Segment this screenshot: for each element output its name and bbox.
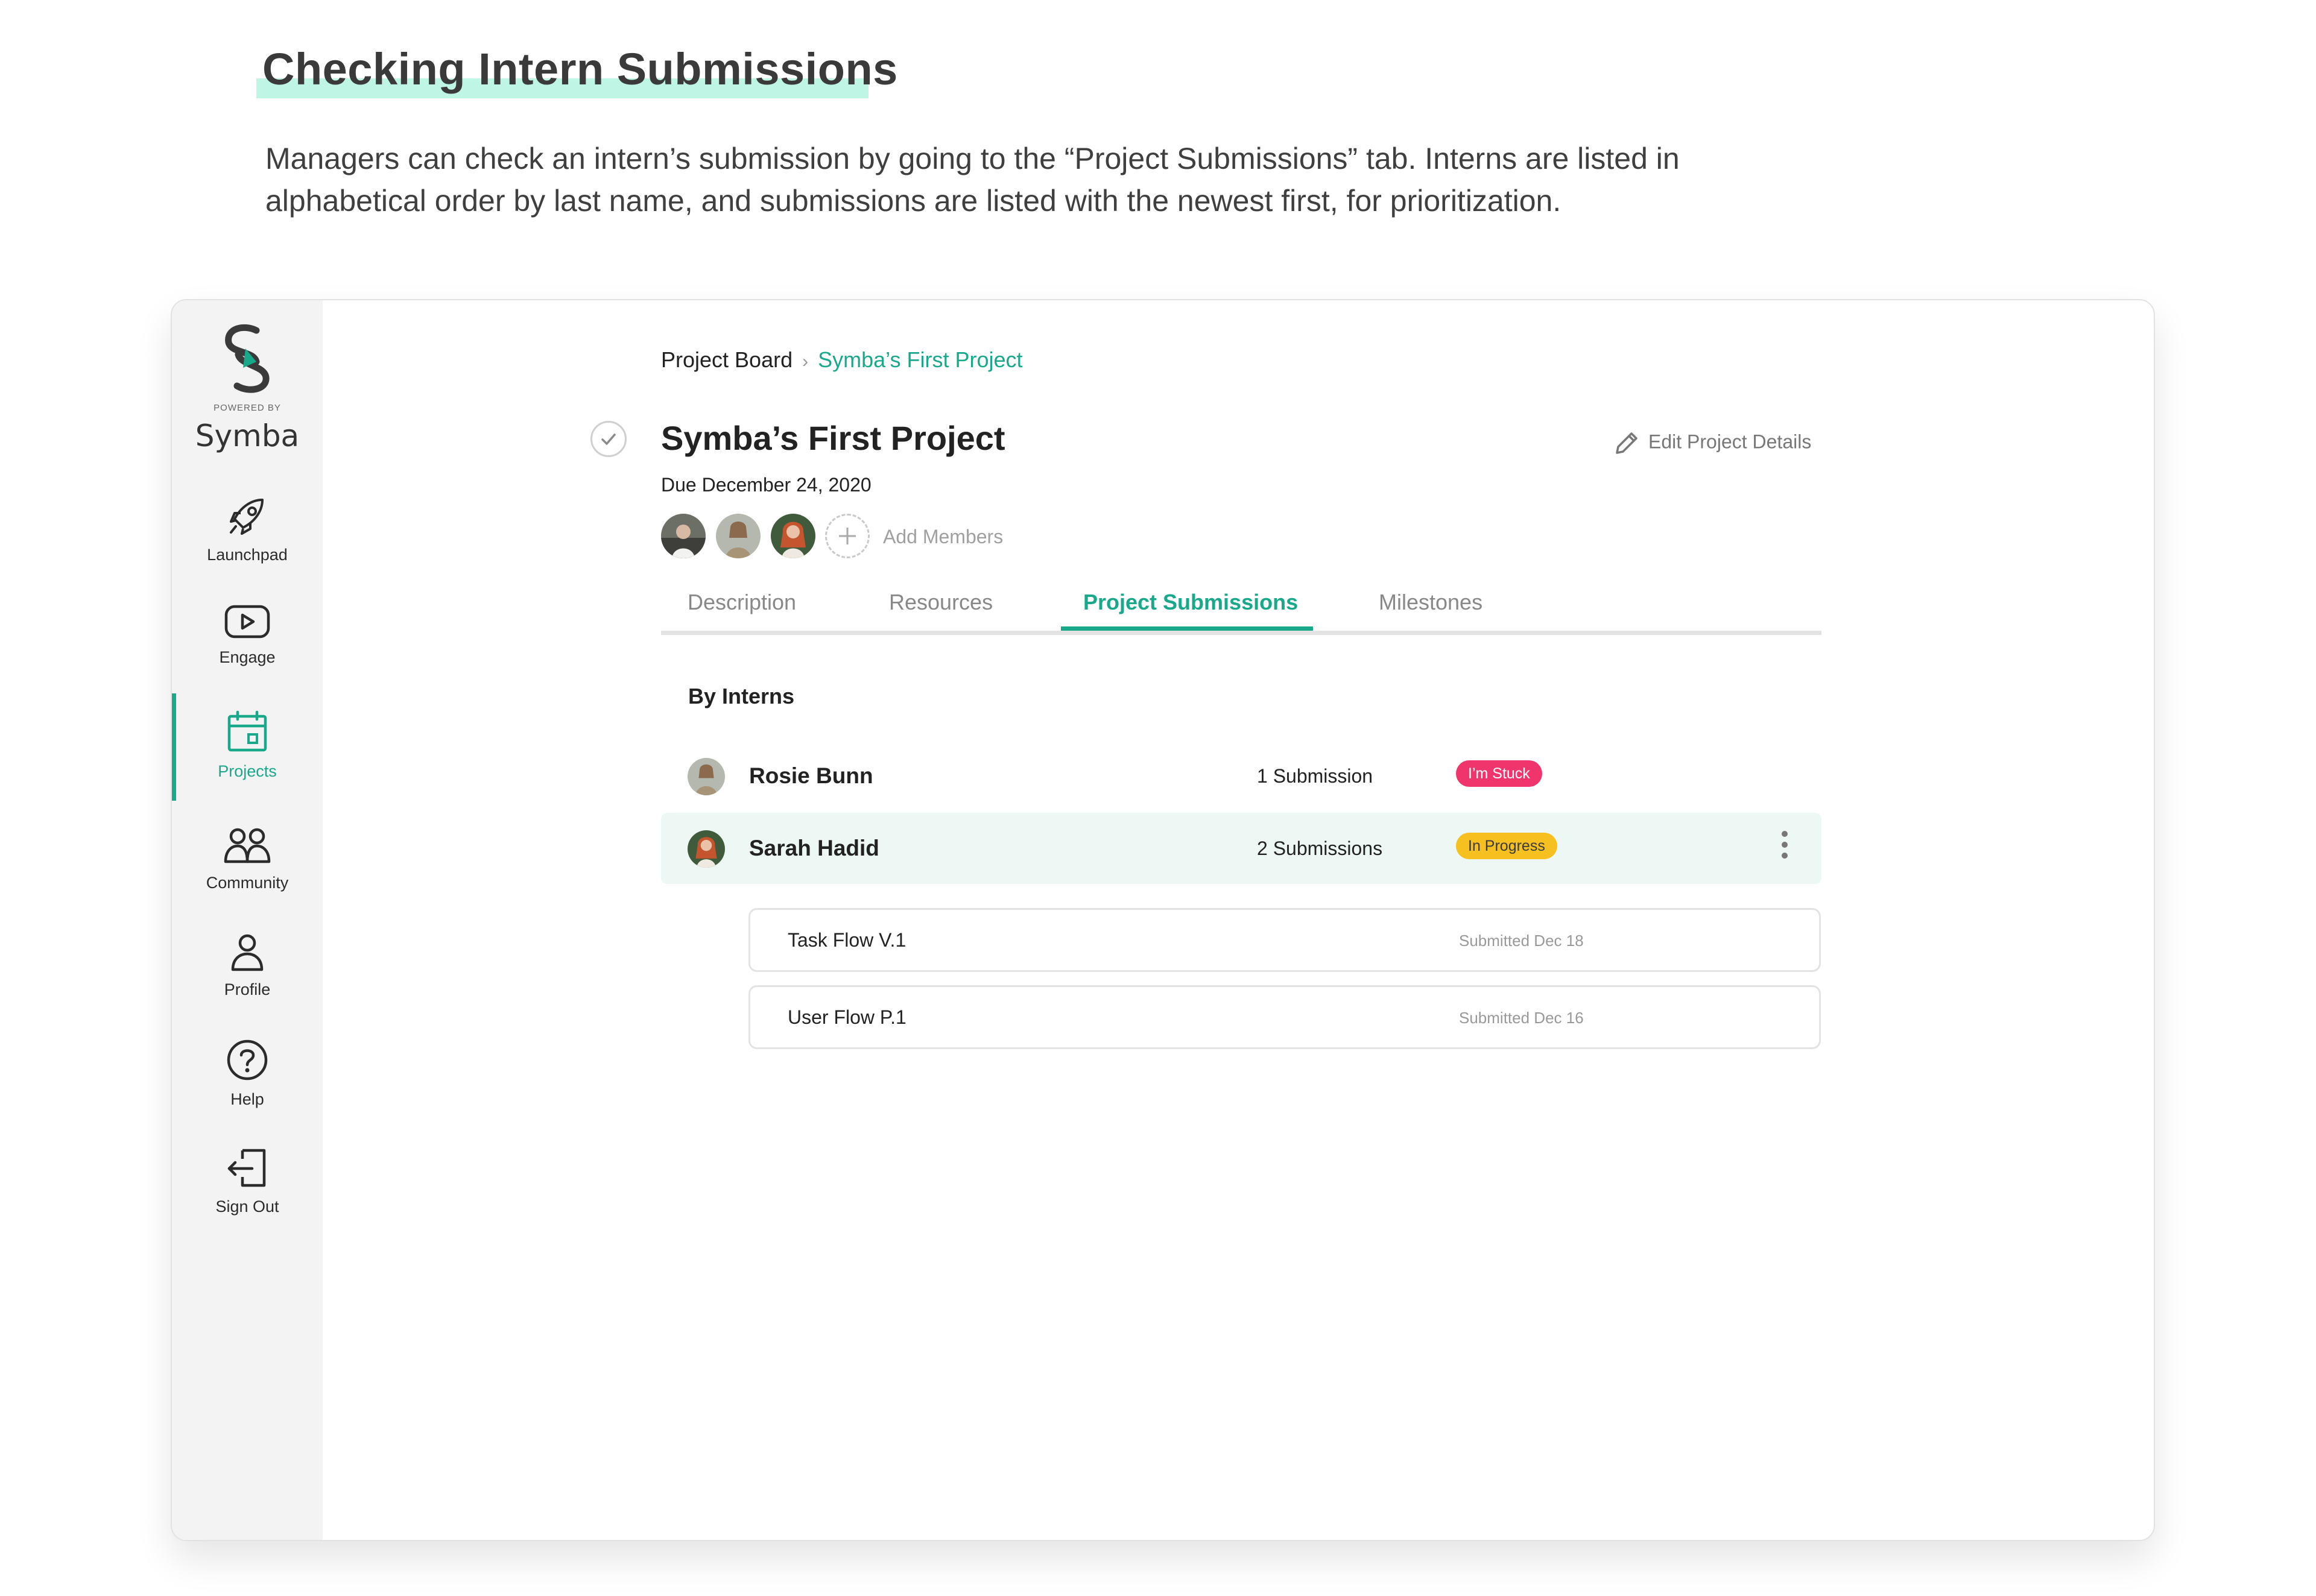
nav-label: Launchpad [207, 546, 288, 564]
status-badge: In Progress [1456, 833, 1557, 859]
intern-name: Rosie Bunn [749, 763, 873, 788]
submission-date: Submitted Dec 16 [1459, 1009, 1584, 1027]
add-member-button[interactable] [825, 514, 870, 558]
section-title: By Interns [688, 684, 795, 708]
complete-project-button[interactable] [590, 421, 627, 457]
submission-date: Submitted Dec 18 [1459, 932, 1584, 950]
sidebar: POWERED BY Symba Launchpad Engage Projec… [172, 300, 323, 1540]
checkmark-icon [601, 434, 616, 445]
submission-name: User Flow P.1 [788, 1006, 906, 1028]
tab-milestones[interactable]: Milestones [1379, 590, 1482, 615]
nav-launchpad[interactable]: Launchpad [172, 495, 323, 564]
breadcrumb: Project Board › Symba’s First Project [661, 347, 1023, 373]
calendar-icon [227, 710, 267, 752]
breadcrumb-root[interactable]: Project Board [661, 347, 793, 372]
avatar[interactable] [661, 514, 706, 558]
submission-item[interactable]: Task Flow V.1 Submitted Dec 18 [748, 908, 1821, 972]
active-tab-underline [1061, 626, 1313, 631]
project-tabs: Description Resources Project Submission… [661, 590, 1821, 635]
powered-by-label: POWERED BY [214, 403, 281, 413]
breadcrumb-current[interactable]: Symba’s First Project [818, 347, 1022, 372]
person-icon [231, 934, 264, 971]
edit-project-label: Edit Project Details [1648, 431, 1812, 453]
intro-text: Managers can check an intern’s submissio… [265, 142, 1680, 218]
page-heading: Checking Intern Submissions [262, 44, 898, 94]
plus-icon [839, 528, 856, 544]
due-date: Due December 24, 2020 [661, 474, 872, 496]
nav-sign-out[interactable]: Sign Out [172, 1147, 323, 1216]
heading-block: Checking Intern Submissions [256, 42, 898, 98]
nav-engage[interactable]: Engage [172, 604, 323, 667]
brand-name: Symba [195, 418, 300, 453]
intern-row[interactable]: Rosie Bunn 1 Submission I’m Stuck [661, 740, 1821, 812]
submission-count: 1 Submission [1257, 765, 1373, 787]
edit-project-button[interactable]: Edit Project Details [1613, 430, 1811, 456]
nav-label: Sign Out [215, 1197, 279, 1216]
submission-name: Task Flow V.1 [788, 929, 906, 951]
help-icon [227, 1039, 268, 1080]
symba-logo-icon [225, 324, 270, 393]
add-members-label[interactable]: Add Members [883, 526, 1003, 548]
nav-label: Projects [218, 762, 277, 780]
intern-name: Sarah Hadid [749, 836, 879, 860]
nav-projects[interactable]: Projects [172, 710, 323, 781]
tab-project-submissions[interactable]: Project Submissions [1083, 590, 1298, 615]
avatar[interactable] [771, 514, 815, 558]
nav-label: Help [230, 1090, 264, 1108]
intern-row-selected[interactable]: Sarah Hadid 2 Submissions In Progress [661, 813, 1821, 884]
more-options-icon[interactable] [1782, 831, 1790, 863]
nav-profile[interactable]: Profile [172, 933, 323, 999]
nav-label: Profile [224, 980, 271, 998]
nav-help[interactable]: Help [172, 1038, 323, 1109]
project-title: Symba’s First Project [661, 419, 1005, 457]
rocket-icon [230, 499, 264, 535]
play-icon [224, 605, 270, 639]
status-badge: I’m Stuck [1456, 760, 1542, 787]
submission-count: 2 Submissions [1257, 837, 1383, 859]
people-icon [224, 828, 271, 863]
pencil-icon [1616, 432, 1637, 454]
avatar [688, 758, 725, 795]
chevron-right-icon: › [802, 352, 809, 371]
sign-out-icon [227, 1149, 266, 1187]
avatar[interactable] [716, 514, 761, 558]
tab-description[interactable]: Description [688, 590, 796, 615]
avatar [688, 830, 725, 868]
tab-resources[interactable]: Resources [889, 590, 993, 615]
nav-community[interactable]: Community [172, 827, 323, 892]
app-window: POWERED BY Symba Launchpad Engage Projec… [171, 299, 2155, 1541]
nav-label: Engage [219, 648, 276, 666]
submission-item[interactable]: User Flow P.1 Submitted Dec 16 [748, 985, 1821, 1049]
nav-label: Community [206, 874, 289, 892]
